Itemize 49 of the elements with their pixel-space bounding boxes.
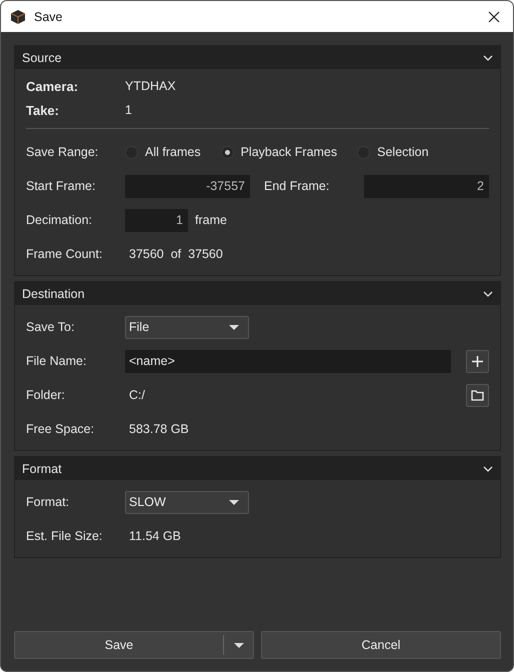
field-label: Est. File Size: [26,529,104,543]
radio-label[interactable]: Playback Frames [240,145,338,159]
section-header[interactable]: Destination [15,282,500,305]
section-title: Destination [22,286,85,300]
close-icon [488,10,500,22]
cancel-button[interactable]: Cancel [261,631,501,659]
cube-icon [10,8,26,24]
field-label: Start Frame: [26,179,96,193]
radio-button[interactable] [220,146,234,158]
field-label: Take: [26,102,60,118]
field-label: Save Range: [26,145,100,159]
field-label: Camera: [26,78,80,94]
dropdown[interactable]: SLOW [125,490,249,514]
field-value: YTDHAX [125,79,176,93]
field-label: Free Space: [26,422,96,436]
field-label: Save To: [26,320,76,334]
number-field[interactable]: 1 [125,208,188,232]
dropdown[interactable]: File [125,316,249,338]
section-header[interactable]: Source [15,46,500,69]
save-button[interactable]: Save [15,632,223,658]
field-value: 583.78 GB [128,422,189,436]
number-field[interactable]: 2 [364,174,489,198]
field-value: 11.54 GB [128,529,181,543]
field-value: 37560 of 37560 [128,247,223,261]
field-value: C:/ [128,388,145,402]
section-header[interactable]: Format [15,457,500,480]
unit-label: frame [195,213,227,227]
field-label: File Name: [26,354,88,368]
field-label: Folder: [26,388,66,402]
chevron-icon[interactable] [483,290,493,296]
radio-label[interactable]: All frames [145,145,201,159]
text-field[interactable]: <name> [125,350,451,372]
field-label: Frame Count: [26,247,104,261]
window-title: Save [34,10,64,24]
field-label: Format: [26,495,70,509]
section-title: Source [22,50,62,64]
plus-icon [472,356,483,366]
number-field[interactable]: -37557 [125,174,250,198]
folder-icon [471,390,484,400]
field-label: Decimation: [26,213,93,227]
field-value: 1 [125,103,132,117]
field-label: End Frame: [264,179,330,193]
section-title: Format [22,462,62,476]
chevron-icon[interactable] [483,466,493,472]
save-split-button[interactable]: Save [14,631,254,659]
radio-label[interactable]: Selection [377,145,429,159]
browse-button[interactable] [466,384,489,406]
add-button[interactable] [466,350,489,372]
chevron-icon[interactable] [483,54,493,60]
